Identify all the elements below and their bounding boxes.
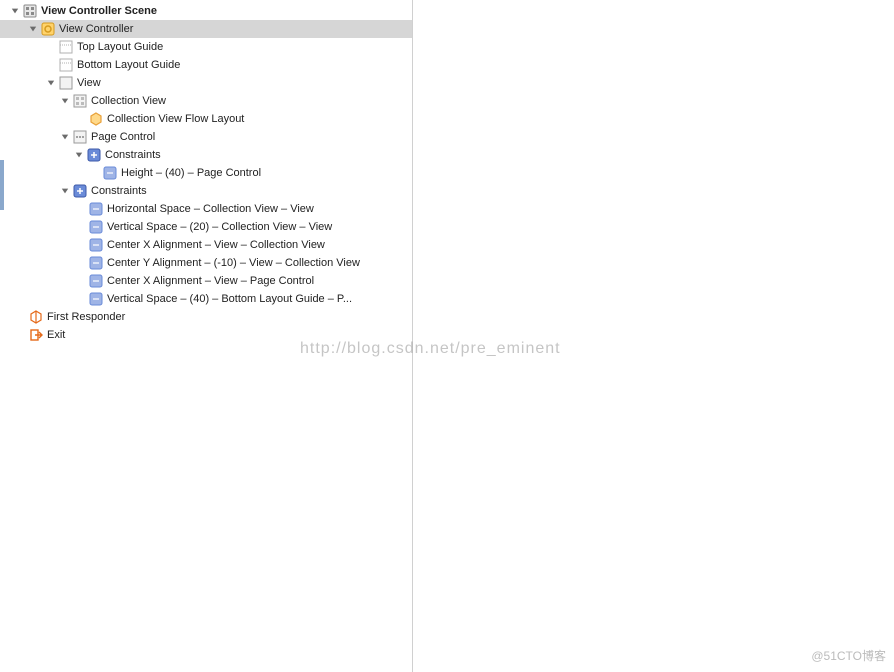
outline-item-label: Center X Alignment – View – Collection V… [107, 239, 325, 251]
outline-item-label: Vertical Space – (20) – Collection View … [107, 221, 332, 233]
constraints-icon [86, 148, 101, 163]
guide-icon [58, 58, 73, 73]
outline-item-label: Collection View Flow Layout [107, 113, 244, 125]
outline-item-label: Height – (40) – Page Control [121, 167, 261, 179]
outline-item[interactable]: Top Layout Guide [0, 38, 412, 56]
outline-item[interactable]: First Responder [0, 308, 412, 326]
outline-item-label: Constraints [105, 149, 161, 161]
vc-icon [40, 22, 55, 37]
outline-item-label: View [77, 77, 101, 89]
view-icon [58, 76, 73, 91]
outline-item[interactable]: Bottom Layout Guide [0, 56, 412, 74]
constraints-icon [72, 184, 87, 199]
pagectl-icon [72, 130, 87, 145]
constraint-icon [88, 202, 103, 217]
outline-item-label: Center X Alignment – View – Page Control [107, 275, 314, 287]
constraint-icon [88, 238, 103, 253]
disclosure-triangle-icon[interactable] [60, 96, 70, 106]
constraint-icon [88, 274, 103, 289]
outline-item[interactable]: Constraints [0, 182, 412, 200]
outline-item[interactable]: Collection View Flow Layout [0, 110, 412, 128]
scene-header[interactable]: View Controller Scene [0, 2, 412, 20]
disclosure-triangle-icon[interactable] [10, 6, 20, 16]
responder-icon [28, 310, 43, 325]
outline-item-label: Page Control [91, 131, 155, 143]
outline-item-label: Vertical Space – (40) – Bottom Layout Gu… [107, 293, 352, 305]
constraint-icon [102, 166, 117, 181]
canvas-preview [413, 0, 894, 672]
disclosure-triangle-icon[interactable] [74, 150, 84, 160]
scene-title: View Controller Scene [41, 5, 157, 17]
outline-item-label: Center Y Alignment – (-10) – View – Coll… [107, 257, 360, 269]
document-outline[interactable]: View Controller Scene View Controller Top… [0, 0, 413, 672]
outline-item[interactable]: Center X Alignment – View – Collection V… [0, 236, 412, 254]
outline-item[interactable]: Horizontal Space – Collection View – Vie… [0, 200, 412, 218]
collection-icon [72, 94, 87, 109]
disclosure-triangle-icon[interactable] [60, 186, 70, 196]
outline-item-label: Bottom Layout Guide [77, 59, 180, 71]
flow-icon [88, 112, 103, 127]
outline-item[interactable]: Center X Alignment – View – Page Control [0, 272, 412, 290]
outline-item-label: Collection View [91, 95, 166, 107]
disclosure-triangle-icon[interactable] [60, 132, 70, 142]
left-gutter [0, 160, 4, 210]
exit-icon [28, 328, 43, 343]
guide-icon [58, 40, 73, 55]
outline-item[interactable]: Constraints [0, 146, 412, 164]
outline-item[interactable]: View [0, 74, 412, 92]
scene-icon [22, 4, 37, 19]
outline-item[interactable]: View Controller [0, 20, 412, 38]
outline-item-label: View Controller [59, 23, 133, 35]
outline-item[interactable]: Collection View [0, 92, 412, 110]
outline-item[interactable]: Vertical Space – (20) – Collection View … [0, 218, 412, 236]
disclosure-triangle-icon[interactable] [46, 78, 56, 88]
constraint-icon [88, 220, 103, 235]
outline-item-label: Horizontal Space – Collection View – Vie… [107, 203, 314, 215]
outline-item-label: Exit [47, 329, 65, 341]
outline-item[interactable]: Exit [0, 326, 412, 344]
outline-item-label: Constraints [91, 185, 147, 197]
outline-item[interactable]: Height – (40) – Page Control [0, 164, 412, 182]
outline-item[interactable]: Center Y Alignment – (-10) – View – Coll… [0, 254, 412, 272]
constraint-icon [88, 256, 103, 271]
outline-item-label: First Responder [47, 311, 125, 323]
outline-item[interactable]: Vertical Space – (40) – Bottom Layout Gu… [0, 290, 412, 308]
outline-item-label: Top Layout Guide [77, 41, 163, 53]
outline-item[interactable]: Page Control [0, 128, 412, 146]
disclosure-triangle-icon[interactable] [28, 24, 38, 34]
constraint-icon [88, 292, 103, 307]
